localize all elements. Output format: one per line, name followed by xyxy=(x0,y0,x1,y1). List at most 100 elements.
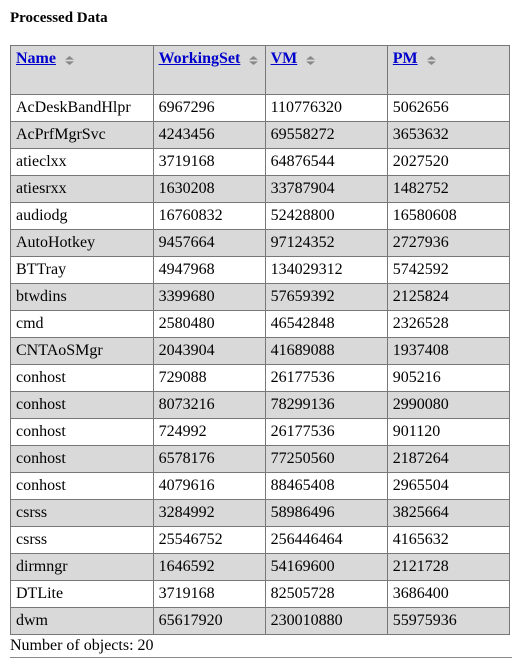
footer-label: Number of objects: xyxy=(10,637,134,654)
cell-ws: 16760832 xyxy=(153,203,265,230)
cell-ws: 6578176 xyxy=(153,446,265,473)
table-row: conhost8073216782991362990080 xyxy=(11,392,510,419)
cell-name: csrss xyxy=(11,500,154,527)
col-pm-link[interactable]: PM xyxy=(393,50,418,67)
cell-ws: 1630208 xyxy=(153,176,265,203)
table-row: atiesrxx1630208337879041482752 xyxy=(11,176,510,203)
table-row: btwdins3399680576593922125824 xyxy=(11,284,510,311)
cell-ws: 3719168 xyxy=(153,581,265,608)
cell-ws: 6967296 xyxy=(153,95,265,122)
table-row: conhost6578176772505602187264 xyxy=(11,446,510,473)
cell-pm: 2990080 xyxy=(387,392,509,419)
cell-ws: 4079616 xyxy=(153,473,265,500)
table-row: cmd2580480465428482326528 xyxy=(11,311,510,338)
cell-ws: 1646592 xyxy=(153,554,265,581)
header-row: Name WorkingSet VM PM xyxy=(11,46,510,95)
sort-icon[interactable] xyxy=(426,54,437,66)
cell-name: dwm xyxy=(11,608,154,635)
table-row: audiodg167608325242880016580608 xyxy=(11,203,510,230)
cell-name: audiodg xyxy=(11,203,154,230)
cell-name: csrss xyxy=(11,527,154,554)
cell-pm: 4165632 xyxy=(387,527,509,554)
col-vm-link[interactable]: VM xyxy=(271,50,298,67)
cell-vm: 33787904 xyxy=(265,176,387,203)
cell-name: atieclxx xyxy=(11,149,154,176)
col-name-link[interactable]: Name xyxy=(16,50,56,67)
cell-name: conhost xyxy=(11,365,154,392)
cell-vm: 52428800 xyxy=(265,203,387,230)
cell-name: conhost xyxy=(11,419,154,446)
cell-pm: 1937408 xyxy=(387,338,509,365)
cell-pm: 3825664 xyxy=(387,500,509,527)
cell-ws: 729088 xyxy=(153,365,265,392)
cell-pm: 2121728 xyxy=(387,554,509,581)
cell-name: AcDeskBandHlpr xyxy=(11,95,154,122)
table-row: AcPrfMgrSvc4243456695582723653632 xyxy=(11,122,510,149)
cell-ws: 4243456 xyxy=(153,122,265,149)
cell-vm: 256446464 xyxy=(265,527,387,554)
cell-vm: 58986496 xyxy=(265,500,387,527)
table-row: dwm6561792023001088055975936 xyxy=(11,608,510,635)
cell-ws: 2580480 xyxy=(153,311,265,338)
table-row: csrss255467522564464644165632 xyxy=(11,527,510,554)
page-title: Processed Data xyxy=(10,10,512,27)
cell-pm: 2965504 xyxy=(387,473,509,500)
table-row: atieclxx3719168648765442027520 xyxy=(11,149,510,176)
cell-name: btwdins xyxy=(11,284,154,311)
cell-ws: 65617920 xyxy=(153,608,265,635)
table-row: AcDeskBandHlpr69672961107763205062656 xyxy=(11,95,510,122)
cell-vm: 64876544 xyxy=(265,149,387,176)
cell-name: cmd xyxy=(11,311,154,338)
cell-vm: 110776320 xyxy=(265,95,387,122)
cell-pm: 5742592 xyxy=(387,257,509,284)
cell-name: conhost xyxy=(11,473,154,500)
table-row: DTLite3719168825057283686400 xyxy=(11,581,510,608)
cell-name: AcPrfMgrSvc xyxy=(11,122,154,149)
table-row: conhost4079616884654082965504 xyxy=(11,473,510,500)
cell-name: AutoHotkey xyxy=(11,230,154,257)
table-row: csrss3284992589864963825664 xyxy=(11,500,510,527)
cell-vm: 46542848 xyxy=(265,311,387,338)
table-row: dirmngr1646592541696002121728 xyxy=(11,554,510,581)
cell-pm: 2727936 xyxy=(387,230,509,257)
cell-name: BTTray xyxy=(11,257,154,284)
sort-icon[interactable] xyxy=(248,54,259,66)
cell-pm: 901120 xyxy=(387,419,509,446)
cell-vm: 78299136 xyxy=(265,392,387,419)
cell-vm: 134029312 xyxy=(265,257,387,284)
cell-pm: 16580608 xyxy=(387,203,509,230)
cell-pm: 5062656 xyxy=(387,95,509,122)
cell-ws: 8073216 xyxy=(153,392,265,419)
cell-vm: 230010880 xyxy=(265,608,387,635)
cell-vm: 26177536 xyxy=(265,365,387,392)
table-row: AutoHotkey9457664971243522727936 xyxy=(11,230,510,257)
cell-vm: 77250560 xyxy=(265,446,387,473)
cell-name: atiesrxx xyxy=(11,176,154,203)
cell-ws: 4947968 xyxy=(153,257,265,284)
cell-vm: 97124352 xyxy=(265,230,387,257)
cell-pm: 3653632 xyxy=(387,122,509,149)
cell-vm: 88465408 xyxy=(265,473,387,500)
col-workingset-link[interactable]: WorkingSet xyxy=(159,50,241,67)
table-row: conhost72499226177536901120 xyxy=(11,419,510,446)
cell-pm: 2027520 xyxy=(387,149,509,176)
cell-pm: 55975936 xyxy=(387,608,509,635)
cell-pm: 3686400 xyxy=(387,581,509,608)
sort-icon[interactable] xyxy=(64,54,75,66)
cell-pm: 2326528 xyxy=(387,311,509,338)
cell-vm: 54169600 xyxy=(265,554,387,581)
cell-ws: 724992 xyxy=(153,419,265,446)
cell-ws: 3284992 xyxy=(153,500,265,527)
cell-pm: 2187264 xyxy=(387,446,509,473)
cell-name: CNTAoSMgr xyxy=(11,338,154,365)
cell-vm: 69558272 xyxy=(265,122,387,149)
cell-pm: 1482752 xyxy=(387,176,509,203)
footer: Number of objects: 20 xyxy=(10,637,512,655)
cell-vm: 26177536 xyxy=(265,419,387,446)
cell-ws: 3719168 xyxy=(153,149,265,176)
sort-icon[interactable] xyxy=(305,54,316,66)
table-row: BTTray49479681340293125742592 xyxy=(11,257,510,284)
table-body: AcDeskBandHlpr69672961107763205062656AcP… xyxy=(11,95,510,635)
cell-vm: 57659392 xyxy=(265,284,387,311)
cell-vm: 82505728 xyxy=(265,581,387,608)
